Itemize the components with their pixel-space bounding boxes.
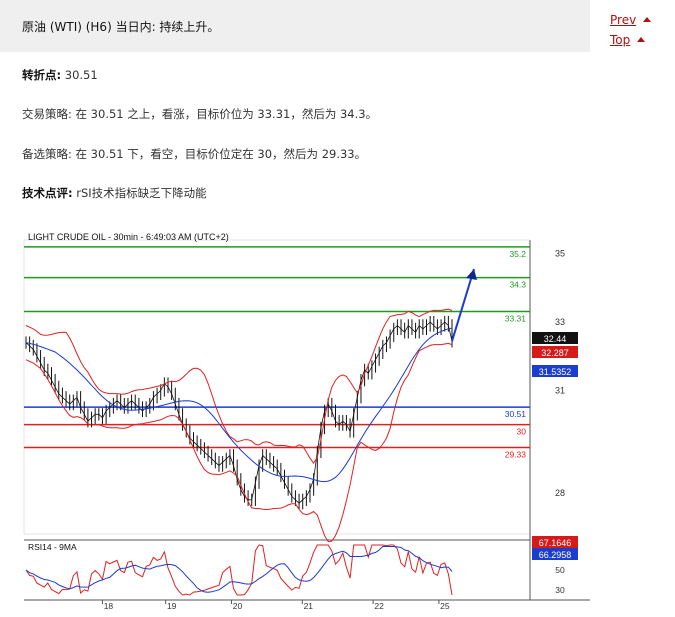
price-box-label-2: 31.5352 bbox=[539, 367, 572, 377]
nav-links: Prev Top bbox=[610, 10, 652, 50]
level-label-0: 35.2 bbox=[509, 249, 526, 259]
alternative-text: 在 30.51 下，看空，目标价位定在 30，然后为 29.33。 bbox=[75, 147, 367, 161]
bollinger-lower bbox=[25, 342, 453, 543]
level-label-4: 30 bbox=[517, 427, 527, 437]
x-tick-label-2: 20 bbox=[233, 601, 243, 611]
y-tick-label-3: 28 bbox=[555, 488, 565, 498]
y-tick-label-0: 35 bbox=[555, 249, 565, 259]
level-label-5: 29.33 bbox=[505, 450, 527, 460]
top-link[interactable]: Top bbox=[610, 30, 651, 50]
prev-label: Prev bbox=[610, 13, 637, 27]
strategy-label: 交易策略: bbox=[22, 107, 72, 121]
y-tick-label-1: 33 bbox=[555, 317, 565, 327]
rsi-line bbox=[25, 544, 453, 596]
comment-label: 技术点评: bbox=[22, 186, 73, 200]
arrow-up-icon bbox=[643, 17, 652, 22]
prev-link[interactable]: Prev bbox=[610, 10, 652, 30]
alternative-label: 备选策略: bbox=[22, 147, 72, 161]
bollinger-upper bbox=[25, 308, 453, 464]
price-chart: LIGHT CRUDE OIL - 30min - 6:49:03 AM (UT… bbox=[23, 232, 590, 611]
projection-arrow-shaft bbox=[451, 268, 475, 342]
level-label-3: 30.51 bbox=[505, 409, 527, 419]
level-label-1: 34.3 bbox=[509, 280, 526, 290]
y-tick-label-2: 31 bbox=[555, 385, 565, 395]
comment-text: rSI技术指标缺乏下降动能 bbox=[76, 186, 207, 200]
rsi-y-tick-1: 50 bbox=[555, 565, 565, 575]
x-tick-label-0: 18 bbox=[104, 601, 114, 611]
rsi-ma-line bbox=[25, 545, 453, 593]
price-plot-frame bbox=[23, 239, 531, 535]
rsi-box-label-1: 66.2958 bbox=[539, 550, 572, 560]
rsi-box-label-0: 67.1646 bbox=[539, 538, 572, 548]
arrow-up-icon bbox=[637, 37, 646, 42]
comment-line: 技术点评: rSI技术指标缺乏下降动能 bbox=[22, 185, 207, 201]
rsi-y-tick-2: 30 bbox=[555, 585, 565, 595]
chart-title: LIGHT CRUDE OIL - 30min - 6:49:03 AM (UT… bbox=[28, 232, 229, 242]
page-header: 原油 (WTI) (H6) 当日内: 持续上升。 bbox=[0, 0, 590, 52]
strategy-line: 交易策略: 在 30.51 之上，看涨，目标价位为 33.31，然后为 34.3… bbox=[22, 106, 377, 122]
pivot-line: 转折点: 30.51 bbox=[22, 67, 98, 83]
x-tick-label-4: 22 bbox=[374, 601, 384, 611]
x-tick-label-5: 25 bbox=[440, 601, 450, 611]
price-box-label-1: 32.287 bbox=[541, 348, 569, 358]
x-tick-label-3: 21 bbox=[304, 601, 314, 611]
x-tick-label-1: 19 bbox=[167, 601, 177, 611]
strategy-text: 在 30.51 之上，看涨，目标价位为 33.31，然后为 34.3。 bbox=[75, 107, 378, 121]
pivot-label: 转折点: bbox=[22, 68, 62, 82]
rsi-title: RSI14 - 9MA bbox=[28, 542, 77, 552]
price-series bbox=[25, 321, 453, 504]
top-label: Top bbox=[610, 33, 631, 47]
page-title: 原油 (WTI) (H6) 当日内: 持续上升。 bbox=[22, 20, 220, 34]
price-box-label-0: 32.44 bbox=[544, 334, 567, 344]
level-label-2: 33.31 bbox=[505, 313, 527, 323]
projection-arrow-head bbox=[466, 269, 477, 281]
alternative-line: 备选策略: 在 30.51 下，看空，目标价位定在 30，然后为 29.33。 bbox=[22, 146, 366, 162]
pivot-value: 30.51 bbox=[64, 68, 98, 82]
moving-average bbox=[25, 327, 453, 483]
